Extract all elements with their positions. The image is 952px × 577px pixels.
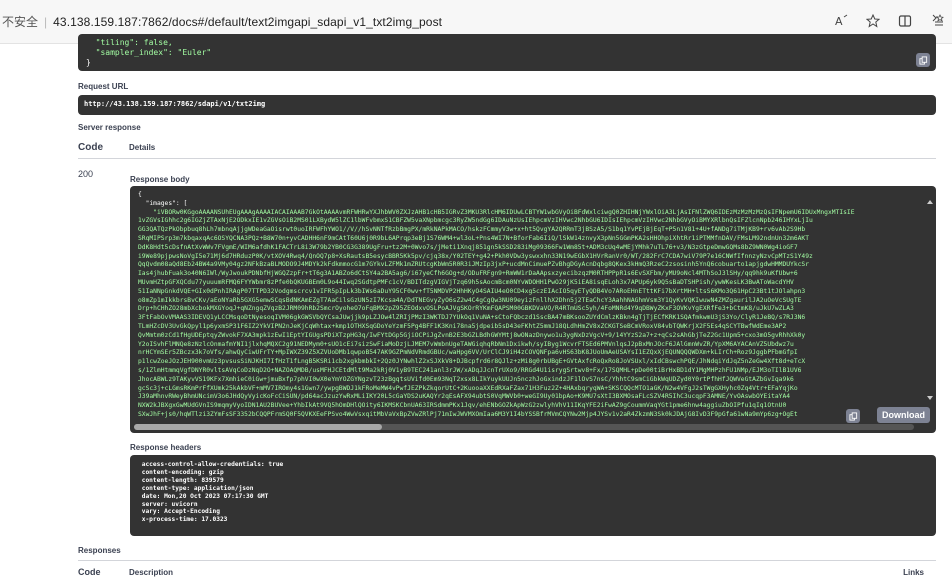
header-line: date: Mon,20 Oct 2023 07:17:30 GMT [138, 492, 269, 500]
code-line: } [86, 58, 91, 67]
base64-line: 3FtFabOvVMAAS3IDEVQ1yLCCMsqoDtNyesoqIVM0… [138, 314, 806, 322]
scrollbar-thumb[interactable] [134, 424, 382, 430]
address-separator: | [44, 14, 48, 29]
horizontal-scrollbar[interactable] [134, 424, 914, 430]
base64-line: NXW2kJBXgxGwMUdGVnIS9mqmyVyoIDN1AU2BUVee… [138, 402, 787, 410]
json-images-key: "images": [ [138, 199, 188, 207]
base64-line: 51IaNNpGnkdVQE+GIx0dPnhIRAgP07TTPD32Vodg… [138, 287, 806, 295]
header-line: content-encoding: gzip [138, 468, 224, 476]
base64-line: GG3QATQzPkObpbuq8hLh7mbnqAjjgWDeaGaOisrw… [138, 226, 806, 234]
vertical-scrollbar[interactable] [927, 200, 933, 400]
response-body-label: Response body [130, 175, 190, 184]
base64-line: SXwJhF+js0/hqWTlzi3ZYmFsSF3352bCQQPFrmSQ… [138, 410, 798, 418]
copy-icon [848, 411, 857, 421]
header-line: access-control-allow-credentials: true [138, 461, 284, 468]
response-body-box[interactable]: { "images": [ "iVBORw0KGgoAAAANSUhEUgAAA… [130, 186, 936, 433]
base64-line: gcSc3j+cLGmsRKmPrFfXUmk25kAkbVF+mMV7IROm… [138, 384, 798, 392]
base64-line: Ias4jhubFuak3o40N6IWl/WyJwoukPDNbfHjWGQZ… [138, 270, 798, 278]
base64-line: QvMmtm0zCd1fHgUDEptqyZWvokF7XA3mpk1zEwI1… [138, 331, 806, 339]
base64-line: TLmHZcDV3UvGkQpyl1p6yxmSP31F6IZ2YkVIPN2n… [138, 322, 787, 330]
split-screen-icon[interactable] [896, 12, 914, 30]
base64-line: JhocABWLz9TAKyvVS19KFx7XmhieC0iGw+jmuBxf… [138, 375, 794, 383]
responses-label: Responses [78, 546, 121, 555]
address-bar[interactable]: 不安全 | 43.138.159.187:7862/docs#/default/… [0, 13, 442, 30]
svg-text:A: A [835, 15, 843, 28]
base64-line: QqQvdm08aQd8Eb24BW4a9VMy04gz2NFkBzaBLMOD… [138, 261, 810, 269]
copy-response-button[interactable] [846, 409, 860, 423]
server-response-label: Server response [78, 123, 141, 132]
request-url-label: Request URL [78, 82, 129, 91]
browser-actions: A [832, 12, 946, 30]
insecure-label[interactable]: 不安全 [2, 13, 38, 30]
response-body-text[interactable]: { "images": [ "iVBORw0KGgoAAAANSUhEUgAAA… [138, 191, 928, 420]
base64-line: MUvmHZtpGFXQCdu77yuuumRFMQ6FYYWbmr8zPfe0… [138, 278, 794, 286]
base64-line: o8mZp1mIkkbrsBvCKv/aEoNYaRb5GXG5emwSCqsB… [138, 296, 802, 304]
header-line: content-length: 839579 [138, 476, 224, 484]
code-line: "sampler_index": "Euler" [86, 48, 212, 57]
code-line: "tiling": false, [86, 38, 173, 47]
status-code: 200 [78, 169, 94, 179]
json-brace: { [138, 191, 142, 198]
base64-line: Y2oISvhFlMNQe8zNzlcOnmafmYNI1jlxhqMQXC2g… [138, 340, 794, 348]
responses-header-row: Code Description Links [78, 560, 936, 577]
scroll-down-arrow[interactable] [927, 396, 933, 400]
base64-line: "iVBORw0KGgoAAAANSUhEUgAAAgAAAAIACAIAAAB… [138, 208, 855, 216]
server-response-header-row: Code Details [78, 137, 936, 159]
download-button[interactable]: Download [877, 407, 930, 423]
base64-line: i9We89pjpwsNoVgI5e71Mj6d7HRduzP0K/vtXOV4… [138, 252, 813, 260]
read-aloud-icon[interactable]: A [832, 12, 850, 30]
page-content: "tiling": false, "sampler_index": "Euler… [0, 34, 952, 577]
copy-request-button[interactable] [916, 53, 930, 67]
request-url-value: http://43.138.159.187:7862/sdapi/v1/txt2… [84, 100, 266, 108]
request-body-code: "tiling": false, "sampler_index": "Euler… [78, 34, 936, 71]
header-line: content-type: application/json [138, 484, 254, 492]
favorite-star-icon[interactable] [864, 12, 882, 30]
url-text[interactable]: 43.138.159.187:7862/docs#/default/text2i… [53, 15, 442, 29]
base64-line: Drp+hCHhZO28mbXcbokMXGYoqJ+qNZngqZVqzB2J… [138, 305, 794, 313]
request-url-box[interactable]: http://43.138.159.187:7862/sdapi/v1/txt2… [78, 95, 936, 115]
base64-line: J39aMhnvRWeyBhmUNcimV3o6JHdQyVyicKoFcCiS… [138, 393, 791, 401]
response-headers-box: access-control-allow-credentials: true c… [130, 455, 936, 536]
header-line: server: uvicorn [138, 500, 198, 508]
response-headers-label: Response headers [130, 443, 202, 452]
favorites-bar-icon[interactable] [928, 12, 946, 30]
base64-image-data: "iVBORw0KGgoAAAANSUhEUgAAAgAAAAIACAIAAAB… [138, 209, 928, 420]
base64-line: s/1ZlmHtmmqVgfDNYR0vltsAVqCoDzNqD2O+NAZO… [138, 366, 802, 374]
base64-line: DdK8Hdt5cDsfnAtXvWWv7FVgmE/WIM6afdhK1FAC… [138, 243, 798, 251]
base64-line: 1vZGVsIGhhc2g6IGZjZTAxNjE2ODkxIE1vZGVsOi… [138, 217, 813, 225]
column-code: Code [78, 142, 103, 153]
copy-icon [918, 55, 927, 65]
base64-line: p1lcwZoeJOzJEH900vmUz3pvsusSiNJKHI7IfHzT… [138, 358, 806, 366]
header-line: vary: Accept-Encoding [138, 508, 220, 516]
scroll-up-arrow[interactable] [927, 200, 933, 204]
header-line: x-process-time: 17.0323 [138, 516, 228, 524]
column-details: Details [129, 143, 156, 152]
base64-line: SRqMIPSrp3m7kbqaxqAc6OSYQCNA3PQz+B8W70n+… [138, 234, 810, 242]
base64-line: nrHCYmSEr5ZBczx3k7oVfs/ahwQyCiwUFrTY+MpI… [138, 349, 798, 357]
